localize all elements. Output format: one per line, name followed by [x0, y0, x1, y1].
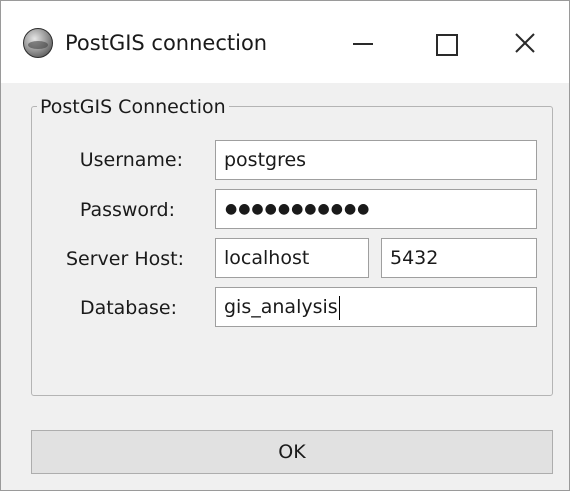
database-label: Database:	[79, 297, 177, 319]
globe-icon	[23, 28, 53, 58]
groupbox-title: PostGIS Connection	[37, 95, 229, 119]
database-value: gis_analysis	[224, 296, 338, 318]
ok-button[interactable]: OK	[31, 430, 553, 474]
server-host-label: Server Host:	[65, 248, 184, 270]
username-value: postgres	[224, 149, 307, 171]
server-host-field[interactable]: localhost	[215, 238, 369, 278]
password-field[interactable]: ●●●●●●●●●●●	[215, 189, 537, 229]
title-bar[interactable]: PostGIS connection	[1, 1, 569, 83]
port-value: 5432	[390, 247, 439, 269]
minimize-button[interactable]	[333, 15, 393, 71]
database-field[interactable]: gis_analysis	[215, 287, 537, 327]
password-value: ●●●●●●●●●●●	[225, 201, 371, 217]
text-cursor	[338, 295, 340, 320]
close-icon	[515, 33, 535, 53]
window-title: PostGIS connection	[65, 31, 268, 55]
maximize-button[interactable]	[415, 15, 475, 71]
close-button[interactable]	[495, 15, 555, 71]
postgis-connection-dialog: PostGIS connection PostGIS Connection Us…	[0, 0, 570, 491]
port-field[interactable]: 5432	[381, 238, 537, 278]
server-host-value: localhost	[224, 247, 310, 269]
password-label: Password:	[79, 199, 175, 221]
username-field[interactable]: postgres	[215, 140, 537, 180]
username-label: Username:	[79, 149, 183, 171]
